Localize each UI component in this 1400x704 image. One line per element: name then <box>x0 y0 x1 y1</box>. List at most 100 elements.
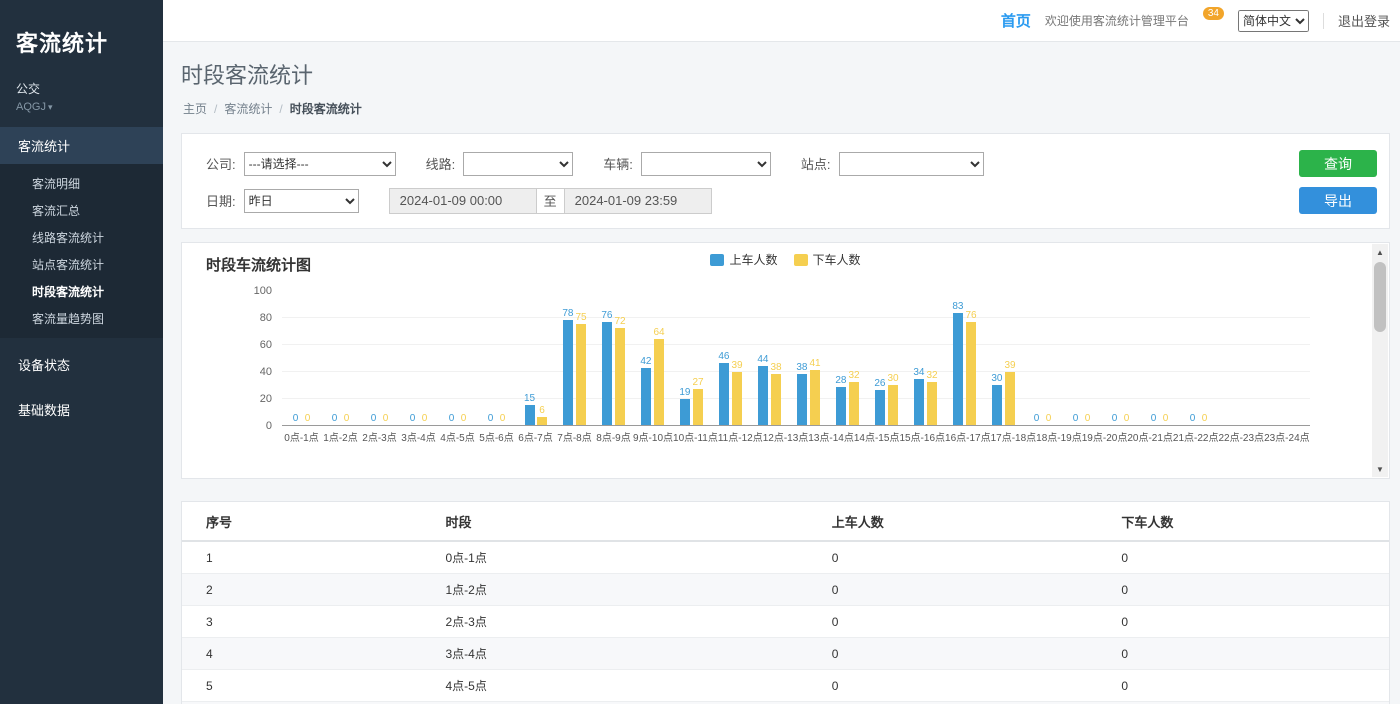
table-cell: 0 <box>822 606 1112 638</box>
language-select[interactable]: 简体中文 <box>1238 10 1309 32</box>
table-cell: 0 <box>822 670 1112 702</box>
x-axis-labels: 0点-1点1点-2点2点-3点3点-4点4点-5点5点-6点6点-7点7点-8点… <box>282 429 1310 444</box>
sidebar-item[interactable]: 客流汇总 <box>0 197 163 224</box>
legend-label: 下车人数 <box>813 251 861 268</box>
scroll-up-icon[interactable]: ▲ <box>1372 244 1388 260</box>
query-button[interactable]: 查询 <box>1299 150 1377 177</box>
table-cell: 1点-2点 <box>435 574 821 606</box>
bar-column: 64 <box>654 327 665 425</box>
bar-column: 41 <box>810 358 821 425</box>
bar-column: 38 <box>771 362 782 425</box>
table-cell: 0 <box>1111 574 1389 606</box>
x-tick-label: 15点-16点 <box>899 429 945 444</box>
bar-value-label: 0 <box>332 413 338 424</box>
bar-value-label: 0 <box>1163 413 1169 424</box>
company-label: 公司: <box>206 154 236 173</box>
home-link[interactable]: 首页 <box>1001 10 1031 31</box>
line-select[interactable] <box>463 152 573 176</box>
bar-group: 3841 <box>789 291 828 425</box>
bar-value-label: 30 <box>991 373 1002 384</box>
sidebar-item[interactable]: 客流量趋势图 <box>0 305 163 332</box>
sidebar-item[interactable]: 客流明细 <box>0 170 163 197</box>
bar <box>797 374 807 425</box>
sidebar-item[interactable]: 站点客流统计 <box>0 251 163 278</box>
bar-group: 3432 <box>906 291 945 425</box>
sidebar-section[interactable]: 客流统计 <box>0 127 163 164</box>
bar <box>875 390 885 425</box>
bar-column: 83 <box>952 301 963 425</box>
sidebar-item[interactable]: 时段客流统计 <box>0 278 163 305</box>
date-range-to-label: 至 <box>537 188 564 214</box>
bar-group: 7875 <box>555 291 594 425</box>
bar-column: 44 <box>757 354 768 425</box>
bar-group: 2630 <box>867 291 906 425</box>
sidebar-menu: 客流统计客流明细客流汇总线路客流统计站点客流统计时段客流统计客流量趋势图设备状态… <box>0 127 163 436</box>
date-preset-select[interactable]: 昨日 <box>244 189 359 213</box>
bar-value-label: 28 <box>835 375 846 386</box>
bar-column: 0 <box>330 413 340 425</box>
bar-column: 78 <box>562 308 573 425</box>
scroll-down-icon[interactable]: ▼ <box>1372 461 1388 477</box>
table-header-cell: 时段 <box>435 502 821 541</box>
x-tick-label: 23点-24点 <box>1264 429 1310 444</box>
chart-scrollbar[interactable]: ▲ ▼ <box>1372 244 1388 477</box>
x-tick-label: 0点-1点 <box>282 429 321 444</box>
content-area: 时段客流统计 主页/客流统计/时段客流统计 公司: ---请选择--- 线路: <box>163 42 1400 704</box>
bar-group: 156 <box>516 291 555 425</box>
bar-value-label: 0 <box>1085 413 1091 424</box>
vehicle-select[interactable] <box>641 152 771 176</box>
logout-link[interactable]: 退出登录 <box>1338 11 1390 30</box>
bar-column: 0 <box>1149 413 1159 425</box>
legend-item[interactable]: 下车人数 <box>794 251 861 268</box>
bar <box>927 382 937 425</box>
bar-group: 00 <box>1140 291 1179 425</box>
bar-column: 0 <box>1083 413 1093 425</box>
bar-column: 0 <box>486 413 496 425</box>
breadcrumb-section[interactable]: 客流统计 <box>224 102 272 116</box>
bar-value-label: 72 <box>615 316 626 327</box>
bar-group: 4264 <box>633 291 672 425</box>
table-cell: 0 <box>1111 638 1389 670</box>
bar <box>849 382 859 425</box>
date-from-input[interactable] <box>389 188 537 214</box>
chart-panel: 时段车流统计图 上车人数下车人数 020406080100 0000000000… <box>181 242 1390 479</box>
bar-group: 00 <box>1023 291 1062 425</box>
bar <box>641 368 651 425</box>
bar-group: 00 <box>438 291 477 425</box>
bar-value-label: 27 <box>693 377 704 388</box>
bar-column: 19 <box>679 387 690 425</box>
company-select[interactable]: ---请选择--- <box>244 152 396 176</box>
export-button[interactable]: 导出 <box>1299 187 1377 214</box>
breadcrumb-separator: / <box>214 102 217 116</box>
bar-value-label: 0 <box>461 413 467 424</box>
table-cell: 2点-3点 <box>435 606 821 638</box>
sidebar-section[interactable]: 设备状态 <box>0 346 163 383</box>
sidebar-section[interactable]: 基础数据 <box>0 391 163 428</box>
bar <box>732 372 742 425</box>
bar-column: 0 <box>369 413 379 425</box>
bar-column: 32 <box>927 370 938 425</box>
sidebar: 客流统计 公交 AQGJ▾ 客流统计客流明细客流汇总线路客流统计站点客流统计时段… <box>0 0 163 704</box>
bar-value-label: 15 <box>524 393 535 404</box>
legend-label: 上车人数 <box>729 251 777 268</box>
scrollbar-thumb[interactable] <box>1374 262 1386 332</box>
bar-value-label: 42 <box>640 356 651 367</box>
bar <box>602 322 612 425</box>
x-tick-label: 18点-19点 <box>1036 429 1082 444</box>
bar-column: 34 <box>913 367 924 425</box>
bar-group: 3039 <box>984 291 1023 425</box>
bar-value-label: 0 <box>1112 413 1118 424</box>
legend-swatch <box>794 254 808 266</box>
org-selector[interactable]: AQGJ▾ <box>0 97 163 127</box>
bar-value-label: 0 <box>344 413 350 424</box>
sidebar-item[interactable]: 线路客流统计 <box>0 224 163 251</box>
date-to-input[interactable] <box>564 188 712 214</box>
station-select[interactable] <box>839 152 984 176</box>
bar-column: 76 <box>601 310 612 425</box>
chart-legend: 上车人数 下车人数 <box>182 251 1389 268</box>
breadcrumb-home[interactable]: 主页 <box>183 102 207 116</box>
x-tick-label: 16点-17点 <box>945 429 991 444</box>
legend-item[interactable]: 上车人数 <box>710 251 777 268</box>
vehicle-label: 车辆: <box>603 154 633 173</box>
bar-column: 46 <box>718 351 729 425</box>
